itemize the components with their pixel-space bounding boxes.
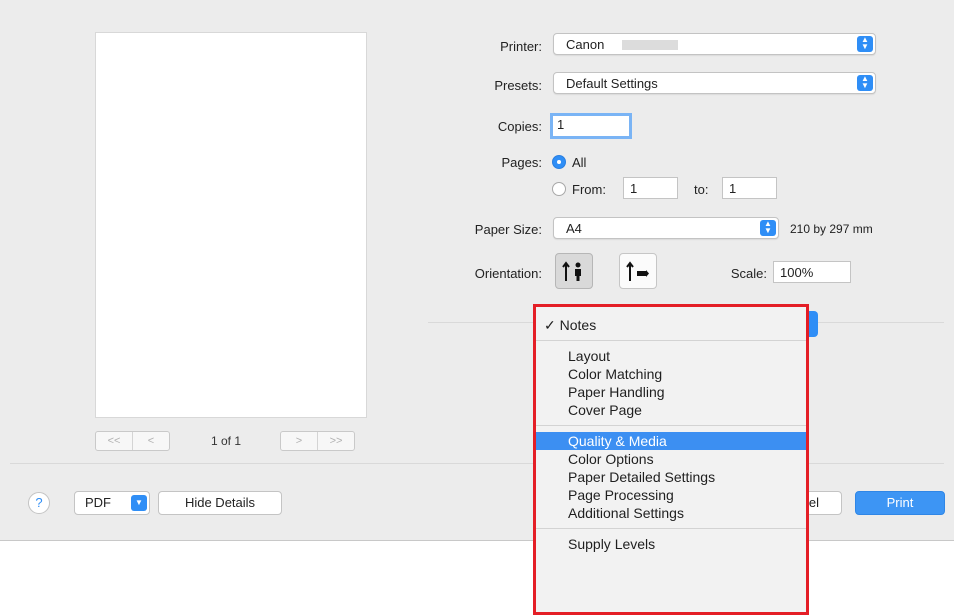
pages-label: Pages: bbox=[501, 155, 542, 170]
copies-label: Copies: bbox=[497, 119, 542, 134]
menu-item-paper-handling[interactable]: Paper Handling bbox=[536, 383, 806, 401]
menu-item-color-options[interactable]: Color Options bbox=[536, 450, 806, 468]
pdf-label: PDF bbox=[85, 495, 111, 510]
hide-details-button[interactable]: Hide Details bbox=[158, 491, 282, 515]
paper-size-dimensions: 210 by 297 mm bbox=[790, 222, 873, 236]
menu-group-supply: Supply Levels bbox=[536, 535, 806, 553]
landscape-icon bbox=[626, 261, 649, 281]
printer-label: Printer: bbox=[500, 39, 542, 54]
menu-separator bbox=[536, 528, 806, 529]
portrait-orientation-button[interactable] bbox=[555, 253, 593, 289]
redacted-model bbox=[622, 40, 678, 50]
first-page-button[interactable]: << bbox=[96, 432, 133, 450]
portrait-icon bbox=[562, 261, 581, 281]
last-page-button[interactable]: >> bbox=[318, 432, 354, 450]
chevron-updown-icon: ▲ ▼ bbox=[857, 36, 873, 52]
pages-range-radio[interactable] bbox=[552, 182, 566, 196]
menu-separator bbox=[536, 425, 806, 426]
menu-item-color-matching[interactable]: Color Matching bbox=[536, 365, 806, 383]
pdf-button[interactable]: PDF ▼ bbox=[74, 491, 150, 515]
presets-label: Presets: bbox=[494, 78, 542, 93]
pages-all-label: All bbox=[572, 155, 587, 170]
orientation-label: Orientation: bbox=[474, 266, 542, 281]
menu-separator bbox=[536, 340, 806, 341]
printer-select[interactable]: Canon ▲ ▼ bbox=[553, 33, 876, 55]
scale-input[interactable]: 100% bbox=[773, 261, 851, 283]
menu-item-cover-page[interactable]: Cover Page bbox=[536, 401, 806, 419]
menu-item-notes[interactable]: ✓ Notes bbox=[536, 316, 806, 334]
pages-to-label: to: bbox=[694, 182, 709, 197]
chevron-updown-icon: ▲ ▼ bbox=[857, 75, 873, 91]
preview-nav-back: << < bbox=[95, 431, 170, 451]
page-preview bbox=[95, 32, 367, 418]
menu-item-additional-settings[interactable]: Additional Settings bbox=[536, 504, 806, 522]
paper-size-label: Paper Size: bbox=[474, 222, 542, 237]
menu-group-layout: Layout Color Matching Paper Handling Cover … bbox=[536, 347, 806, 419]
printer-value: Canon bbox=[566, 37, 605, 52]
landscape-orientation-button[interactable] bbox=[619, 253, 657, 289]
menu-item-paper-detailed-settings[interactable]: Paper Detailed Settings bbox=[536, 468, 806, 486]
page-count: 1 of 1 bbox=[211, 434, 242, 448]
presets-value: Default Settings bbox=[566, 76, 658, 91]
menu-item-page-processing[interactable]: Page Processing bbox=[536, 486, 806, 504]
next-page-button[interactable]: > bbox=[281, 432, 318, 450]
presets-select[interactable]: Default Settings ▲ ▼ bbox=[553, 72, 876, 94]
previous-page-button[interactable]: < bbox=[133, 432, 169, 450]
panel-dropdown-menu: ✓ Notes Layout Color Matching Paper Handli… bbox=[533, 304, 809, 615]
print-dialog: << < 1 of 1 > >> Printer: Canon ▲ ▼ Prese… bbox=[0, 0, 954, 541]
pages-to-input[interactable]: 1 bbox=[722, 177, 777, 199]
pages-all-radio[interactable] bbox=[552, 155, 566, 169]
chevron-updown-icon: ▲ ▼ bbox=[760, 220, 776, 236]
print-button[interactable]: Print bbox=[855, 491, 945, 515]
pages-from-label: From: bbox=[572, 182, 606, 197]
menu-item-layout[interactable]: Layout bbox=[536, 347, 806, 365]
menu-group-quality: Quality & Media Color Options Paper Detail… bbox=[536, 432, 806, 522]
help-button[interactable]: ? bbox=[28, 492, 50, 514]
paper-size-select[interactable]: A4 ▲ ▼ bbox=[553, 217, 779, 239]
menu-item-supply-levels[interactable]: Supply Levels bbox=[536, 535, 806, 553]
paper-size-value: A4 bbox=[566, 221, 582, 236]
chevron-down-icon: ▼ bbox=[131, 495, 147, 511]
copies-input[interactable]: 1 bbox=[550, 113, 632, 139]
menu-item-quality-media[interactable]: Quality & Media bbox=[536, 432, 806, 450]
preview-nav-forward: > >> bbox=[280, 431, 355, 451]
pages-from-input[interactable]: 1 bbox=[623, 177, 678, 199]
scale-label: Scale: bbox=[730, 266, 767, 281]
